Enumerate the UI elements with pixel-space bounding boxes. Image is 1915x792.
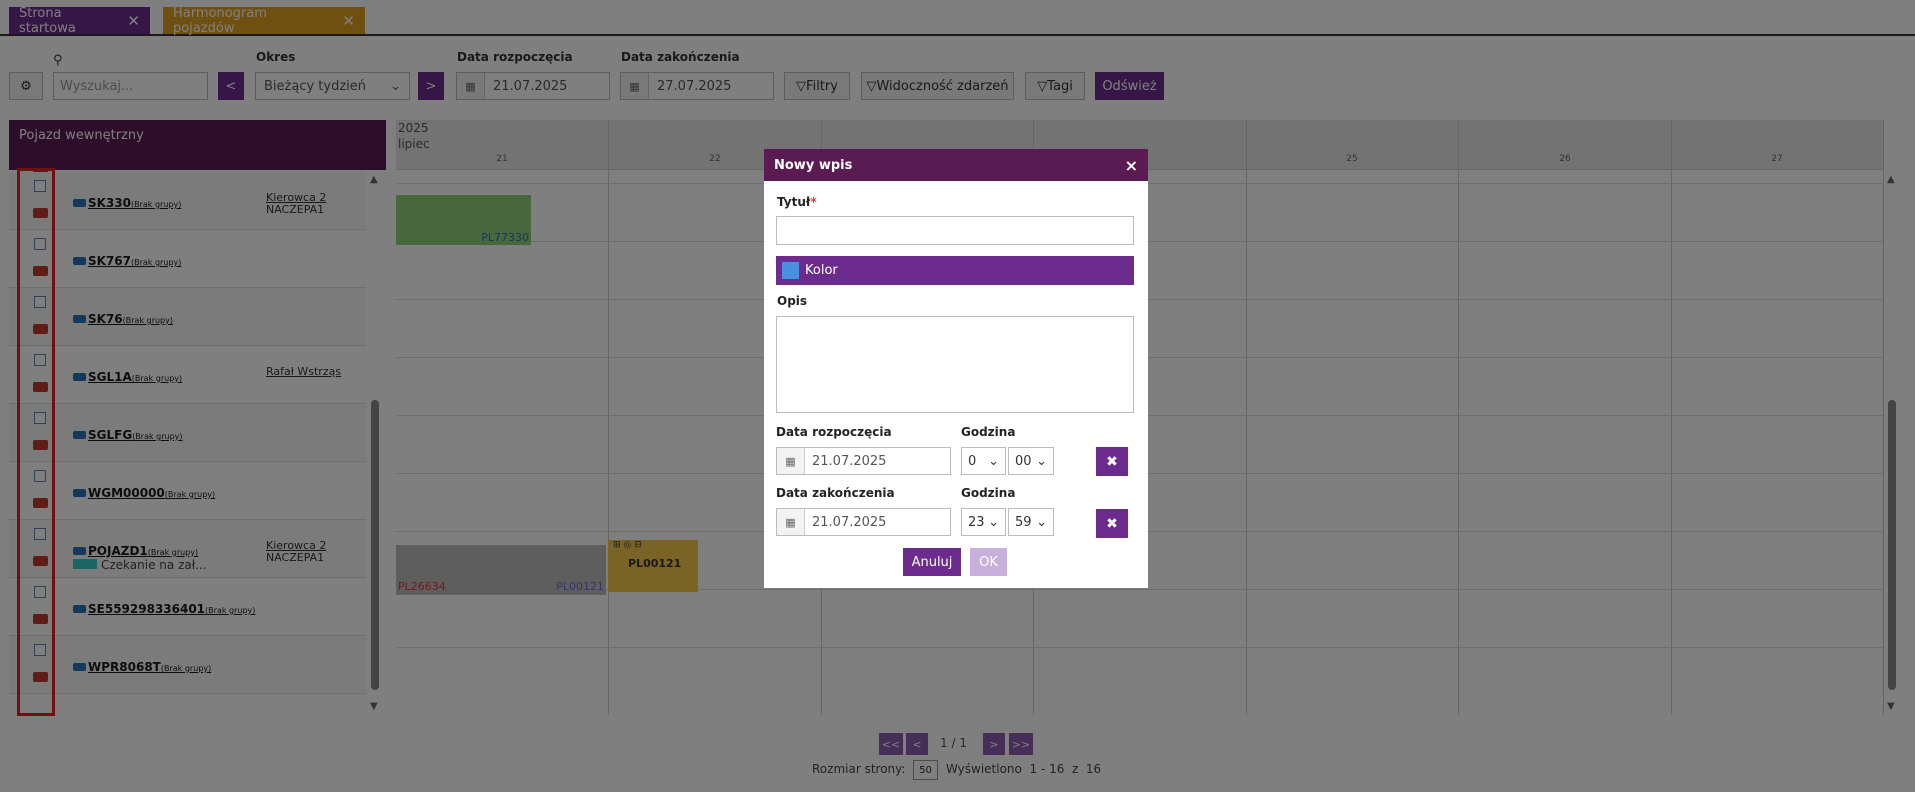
calendar-icon: ▦ [777,448,805,474]
dialog-header: Nowy wpis × [764,149,1148,181]
chevron-down-icon: ⌄ [1036,453,1047,469]
start-date-label: Data rozpoczęcia [776,425,892,439]
tytul-input[interactable] [776,216,1134,245]
start-date-input[interactable]: ▦ 21.07.2025 [776,447,951,475]
chevron-down-icon: ⌄ [1036,514,1047,530]
start-hour-label: Godzina [961,425,1016,439]
opis-label: Opis [777,294,808,308]
close-icon: ✖ [1106,515,1118,532]
end-hour-select[interactable]: 23 ⌄ [961,508,1006,536]
opis-textarea[interactable] [776,316,1134,413]
new-entry-dialog: Nowy wpis × Tytuł* Kolor Opis Data rozpoc… [764,149,1148,588]
kolor-label: Kolor [805,263,838,278]
calendar-icon: ▦ [777,509,805,535]
clear-start-button[interactable]: ✖ [1096,447,1128,476]
start-minute-value: 00 [1015,453,1032,469]
end-hour-value: 23 [968,514,985,530]
end-hour-label: Godzina [961,486,1016,500]
close-icon[interactable]: × [1125,156,1138,175]
dialog-title: Nowy wpis [774,157,853,173]
end-minute-value: 59 [1015,514,1032,530]
color-swatch [782,262,799,279]
start-hour-select[interactable]: 0 ⌄ [961,447,1006,475]
end-date-label: Data zakończenia [776,486,895,500]
tytul-label: Tytuł* [777,195,817,209]
start-hour-value: 0 [968,453,977,469]
end-date-input[interactable]: ▦ 21.07.2025 [776,508,951,536]
end-minute-select[interactable]: 59 ⌄ [1008,508,1054,536]
ok-button[interactable]: OK [970,548,1007,576]
chevron-down-icon: ⌄ [988,453,999,469]
kolor-button[interactable]: Kolor [776,256,1134,285]
start-date-value: 21.07.2025 [812,453,887,469]
required-marker: * [810,195,817,209]
end-date-value: 21.07.2025 [812,514,887,530]
clear-end-button[interactable]: ✖ [1096,509,1128,538]
start-minute-select[interactable]: 00 ⌄ [1008,447,1054,475]
tytul-label-text: Tytuł [777,195,811,209]
chevron-down-icon: ⌄ [988,514,999,530]
close-icon: ✖ [1106,453,1118,470]
cancel-button[interactable]: Anuluj [903,548,961,576]
